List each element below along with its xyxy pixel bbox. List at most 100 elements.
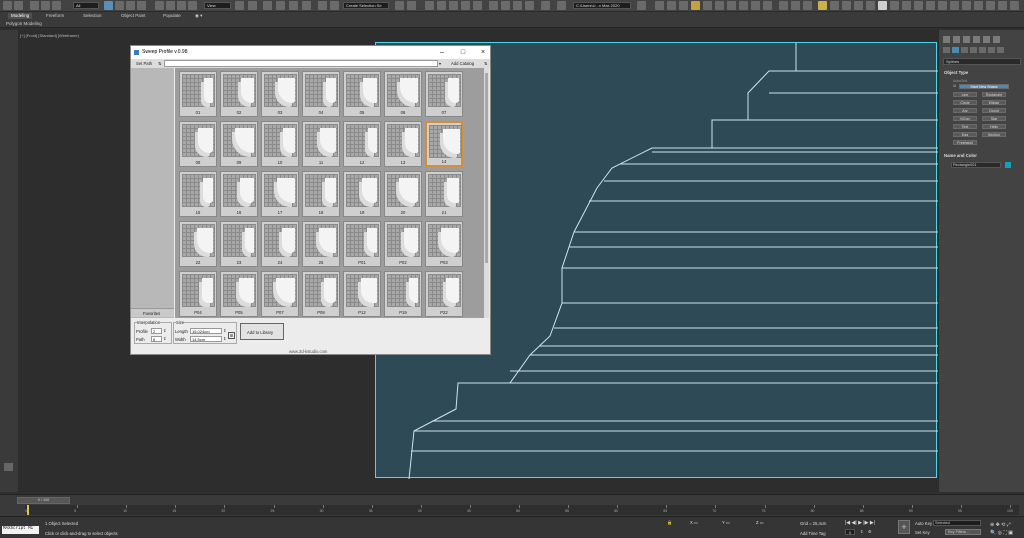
- profile-thumbnail[interactable]: 04: [302, 71, 340, 117]
- add-to-library-button[interactable]: Add to Library: [240, 323, 284, 340]
- frame-spinner-icon[interactable]: ⇕: [860, 529, 864, 534]
- folder-icon[interactable]: ⇅: [158, 61, 162, 66]
- length-spinner-icon[interactable]: ⇕: [223, 328, 227, 333]
- render-vray-icon[interactable]: [998, 1, 1007, 10]
- coord-y-field[interactable]: Y ▭: [722, 520, 730, 525]
- set-key-button[interactable]: Set Key: [915, 530, 930, 535]
- key-filters-button[interactable]: Key Filters...: [945, 529, 981, 535]
- create-box-icon[interactable]: [655, 1, 664, 10]
- create-torus-icon[interactable]: [715, 1, 724, 10]
- unlink-icon[interactable]: [41, 1, 50, 10]
- camera-icon[interactable]: [791, 1, 800, 10]
- create-teapot-icon[interactable]: [763, 1, 772, 10]
- profile-thumbnail[interactable]: 25: [302, 221, 340, 267]
- start-new-shape-checkbox[interactable]: ☑: [953, 84, 956, 88]
- lights-icon[interactable]: [961, 47, 968, 53]
- shape-button-line[interactable]: Line: [953, 92, 977, 97]
- dome-icon[interactable]: [842, 1, 851, 10]
- pivot-center-icon[interactable]: [235, 1, 244, 10]
- ribbon-options-icon[interactable]: ◉ ▾: [192, 13, 205, 19]
- named-selection-icon[interactable]: [330, 1, 339, 10]
- grid-scrollbar[interactable]: [484, 68, 489, 318]
- shape-button-freehand[interactable]: Freehand: [953, 140, 977, 145]
- systems-icon[interactable]: [997, 47, 1004, 53]
- width-spinner-icon[interactable]: ⇕: [223, 336, 227, 341]
- profile-thumbnail[interactable]: P02: [384, 221, 422, 267]
- time-config-icon[interactable]: ⚙: [868, 529, 872, 534]
- time-slider[interactable]: 0 / 100: [17, 497, 70, 504]
- window-crossing-icon[interactable]: [137, 1, 146, 10]
- profile-thumbnail[interactable]: 20: [384, 171, 422, 217]
- profile-thumbnail[interactable]: P12: [343, 271, 381, 317]
- profile-thumbnail[interactable]: 23: [220, 221, 258, 267]
- profile-thumbnail[interactable]: 17: [261, 171, 299, 217]
- fog-icon[interactable]: [890, 1, 899, 10]
- white-sphere-icon[interactable]: [878, 1, 887, 10]
- profile-thumbnail[interactable]: 03: [261, 71, 299, 117]
- profile-thumbnail[interactable]: P01: [343, 221, 381, 267]
- start-new-shape-button[interactable]: Start New Shape: [959, 84, 1009, 89]
- percent-snap-icon[interactable]: [289, 1, 298, 10]
- key-mode-dropdown[interactable]: Selected: [933, 520, 981, 526]
- reference-coord-dropdown[interactable]: View: [204, 2, 231, 9]
- set-path-button[interactable]: Set Path: [136, 61, 152, 66]
- sun-icon[interactable]: [818, 1, 827, 10]
- maxscript-listener[interactable]: MAXScript Mi: [2, 526, 39, 534]
- helper-icon[interactable]: [803, 1, 812, 10]
- denoiser-icon[interactable]: [962, 1, 971, 10]
- link-icon[interactable]: [30, 1, 39, 10]
- geometry-icon[interactable]: [943, 47, 950, 53]
- project-folder-icon[interactable]: [637, 1, 646, 10]
- render-setup-icon[interactable]: [501, 1, 510, 10]
- tab-object-paint[interactable]: Object Paint: [118, 13, 149, 19]
- profile-thumbnail[interactable]: 24: [261, 221, 299, 267]
- profile-thumbnail[interactable]: 21: [425, 171, 463, 217]
- layer-dropdown[interactable]: All: [73, 2, 99, 9]
- motion-tab-icon[interactable]: [973, 36, 980, 43]
- profile-thumbnail[interactable]: P22: [425, 271, 463, 317]
- profile-thumbnail[interactable]: 15: [179, 171, 217, 217]
- a360-icon[interactable]: [557, 1, 566, 10]
- profile-thumbnail[interactable]: 08: [179, 121, 217, 167]
- settings-icon[interactable]: [1010, 1, 1019, 10]
- curve-editor-icon[interactable]: [461, 1, 470, 10]
- profile-thumbnail[interactable]: 02: [220, 71, 258, 117]
- width-field[interactable]: 14,5cm: [190, 336, 222, 342]
- shape-button-arc[interactable]: Arc: [953, 108, 977, 113]
- lister-icon[interactable]: [974, 1, 983, 10]
- named-selection-dropdown[interactable]: Create Selection Se: [343, 2, 389, 9]
- profile-thumbnail[interactable]: 12: [343, 121, 381, 167]
- profile-thumbnail[interactable]: P04: [179, 271, 217, 317]
- scale-icon[interactable]: [177, 1, 186, 10]
- tab-populate[interactable]: Populate: [160, 13, 184, 19]
- current-frame-field[interactable]: 0: [845, 529, 855, 535]
- viewport-label[interactable]: [+] [Front] [Standard] [Wireframe]: [20, 33, 79, 38]
- shape-button-helix[interactable]: Helix: [982, 124, 1006, 129]
- modify-tab-icon[interactable]: [953, 36, 960, 43]
- spacewarps-icon[interactable]: [988, 47, 995, 53]
- mirror-icon[interactable]: [395, 1, 404, 10]
- create-plane-icon[interactable]: [703, 1, 712, 10]
- viewport-navigation-icons[interactable]: ⊕ ✥ ⟲ ⤢: [990, 522, 1011, 528]
- object-type-heading[interactable]: Object Type: [944, 70, 968, 75]
- toggle-scene-explorer-icon[interactable]: [425, 1, 434, 10]
- snap-toggle-icon[interactable]: [263, 1, 272, 10]
- add-catalog-icon[interactable]: ⇅: [484, 61, 488, 66]
- viewport-layout-icon[interactable]: [4, 463, 13, 471]
- material-editor-icon[interactable]: [489, 1, 498, 10]
- favorites-tab[interactable]: Favorites: [131, 308, 174, 317]
- path-steps-field[interactable]: 6: [151, 336, 162, 342]
- profile-thumbnail[interactable]: 06: [384, 71, 422, 117]
- shape-button-ngon[interactable]: NGon: [953, 116, 977, 121]
- frame-buffer-icon[interactable]: [986, 1, 995, 10]
- profile-thumbnail[interactable]: 13: [384, 121, 422, 167]
- coord-x-field[interactable]: X ▭: [690, 520, 698, 525]
- length-field[interactable]: 15,024cm: [190, 328, 222, 334]
- hierarchy-tab-icon[interactable]: [963, 36, 970, 43]
- spinner-snap-icon[interactable]: [302, 1, 311, 10]
- path-spinner-icon[interactable]: ⇕: [163, 336, 167, 341]
- clipper-icon[interactable]: [938, 1, 947, 10]
- dialog-titlebar[interactable]: Sweep Profile v.0.98 – □ ×: [131, 46, 490, 59]
- cone-light-icon[interactable]: [854, 1, 863, 10]
- maximize-icon[interactable]: □: [456, 46, 470, 59]
